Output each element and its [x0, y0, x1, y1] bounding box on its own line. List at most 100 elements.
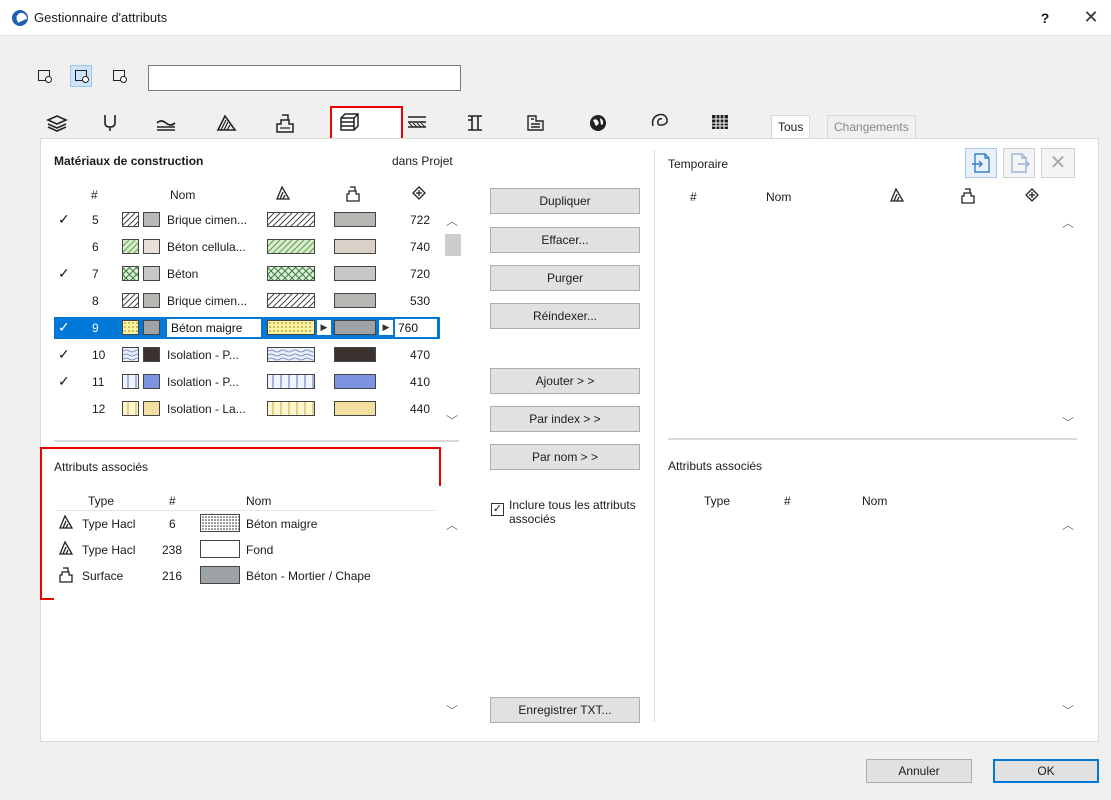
fill-swatch: [122, 320, 139, 335]
temporary-header: Temporaire: [668, 157, 729, 171]
hatch-dropdown-arrow-icon[interactable]: ▶: [317, 320, 331, 335]
delete-button[interactable]: Effacer...: [490, 227, 640, 253]
tab-all[interactable]: Tous: [771, 115, 811, 139]
surface-icon[interactable]: [275, 114, 295, 137]
assoc-col-type: Type: [88, 494, 115, 508]
zone-icon[interactable]: [526, 114, 546, 135]
surface-swatch: [334, 293, 376, 308]
assoc-number: 216: [162, 569, 183, 583]
temp-scroll-down-arrow[interactable]: ﹀: [1062, 414, 1074, 431]
material-row[interactable]: ✓ 9 Béton maigre ▶ ▶ 760: [54, 317, 440, 339]
temp-scroll-up-arrow[interactable]: ︿: [1062, 214, 1074, 231]
color-swatch: [143, 347, 160, 362]
line-type-icon[interactable]: [155, 114, 177, 135]
material-number: 10: [92, 348, 106, 362]
surface-swatch: [334, 212, 376, 227]
scroll-down-arrow[interactable]: ﹀: [446, 412, 458, 429]
add-button[interactable]: Ajouter > >: [490, 368, 640, 394]
material-number: 12: [92, 402, 106, 416]
col-name: Nom: [170, 188, 196, 202]
assoc-number: 6: [169, 517, 176, 531]
check-mark: ✓: [58, 211, 70, 227]
right-assoc-col-name: Nom: [862, 494, 888, 508]
scroll-thumb[interactable]: [445, 234, 461, 256]
material-row[interactable]: 12 Isolation - La... 440: [54, 398, 440, 420]
associated-attribute-row[interactable]: Type Hacl 238 Fond: [56, 539, 436, 561]
layers-icon[interactable]: [46, 114, 68, 135]
material-name: Béton: [167, 267, 199, 281]
scroll-up-arrow[interactable]: ︿: [446, 212, 458, 229]
search-input[interactable]: [148, 65, 461, 91]
material-name: Brique cimen...: [167, 213, 248, 227]
profile-icon[interactable]: [466, 114, 484, 135]
surface-swatch: [334, 266, 376, 281]
temporary-list[interactable]: [668, 180, 1077, 430]
surface-swatch: [334, 401, 376, 416]
material-row[interactable]: ✓ 10 Isolation - P... 470: [54, 344, 440, 366]
fill-swatch: [122, 374, 139, 389]
right-assoc-col-type: Type: [704, 494, 731, 508]
filter-project-button[interactable]: [33, 65, 55, 87]
close-button[interactable]: ✕: [1074, 6, 1108, 30]
save-txt-button[interactable]: Enregistrer TXT...: [490, 697, 640, 723]
fill-swatch: [122, 239, 139, 254]
tab-changes[interactable]: Changements: [827, 115, 916, 139]
material-row[interactable]: 6 Béton cellula... 740: [54, 236, 440, 258]
surface-dropdown-arrow-icon[interactable]: ▶: [379, 320, 393, 335]
check-mark: ✓: [58, 373, 70, 389]
material-priority[interactable]: 760: [394, 318, 438, 338]
surface-swatch[interactable]: [334, 320, 376, 335]
fill-column-icon: [275, 185, 291, 203]
fill-swatch: [122, 347, 139, 362]
by-name-button[interactable]: Par nom > >: [490, 444, 640, 470]
material-row[interactable]: ✓ 7 Béton 720: [54, 263, 440, 285]
purge-button[interactable]: Purger: [490, 265, 640, 291]
open-file-button[interactable]: [965, 148, 997, 178]
right-assoc-scroll-down-arrow[interactable]: ﹀: [1062, 702, 1074, 719]
material-row[interactable]: ✓ 11 Isolation - P... 410: [54, 371, 440, 393]
markup-icon[interactable]: [650, 112, 670, 135]
right-assoc-list[interactable]: [668, 488, 1077, 722]
left-assoc-header: Attributs associés: [54, 460, 149, 474]
material-number: 5: [92, 213, 99, 227]
fill-swatch: [122, 293, 139, 308]
material-priority: 722: [410, 213, 431, 227]
assoc-name: Fond: [246, 543, 274, 557]
color-swatch: [143, 266, 160, 281]
export-file-button[interactable]: [1003, 148, 1035, 178]
material-priority: 530: [410, 294, 431, 308]
pen-icon[interactable]: [102, 114, 118, 135]
hatch-pattern: [267, 266, 315, 281]
duplicate-button[interactable]: Dupliquer: [490, 188, 640, 214]
surface-swatch: [334, 239, 376, 254]
material-row[interactable]: 8 Brique cimen... 530: [54, 290, 440, 312]
include-associated-checkbox[interactable]: ✓: [491, 503, 504, 516]
material-row[interactable]: ✓ 5 Brique cimen... 722: [54, 209, 440, 231]
globe-icon[interactable]: [589, 114, 607, 135]
temp-col-number: #: [690, 190, 697, 204]
material-priority: 720: [410, 267, 431, 281]
right-assoc-col-number: #: [784, 494, 791, 508]
building-material-icon[interactable]: [339, 112, 361, 135]
filter-both-button[interactable]: [70, 65, 92, 87]
assoc-scroll-down-arrow[interactable]: ﹀: [446, 702, 458, 719]
grid-icon[interactable]: [710, 113, 730, 134]
cancel-button[interactable]: Annuler: [866, 759, 972, 783]
material-name: Isolation - P...: [167, 348, 239, 362]
clear-icon[interactable]: ✕: [1041, 148, 1075, 178]
hatch-pattern[interactable]: [267, 320, 315, 335]
by-index-button[interactable]: Par index > >: [490, 406, 640, 432]
ok-button[interactable]: OK: [993, 759, 1099, 783]
associated-attribute-row[interactable]: Type Hacl 6 Béton maigre: [56, 513, 436, 535]
filter-temporary-button[interactable]: [108, 65, 130, 87]
associated-attribute-row[interactable]: Surface 216 Béton - Mortier / Chape: [56, 565, 436, 587]
composite-icon[interactable]: [406, 114, 428, 135]
assoc-scroll-up-arrow[interactable]: ︿: [446, 516, 458, 533]
reindex-button[interactable]: Réindexer...: [490, 303, 640, 329]
help-button[interactable]: ?: [1030, 6, 1060, 30]
fill-icon[interactable]: [215, 114, 237, 135]
right-assoc-scroll-up-arrow[interactable]: ︿: [1062, 516, 1074, 533]
material-name: Brique cimen...: [167, 294, 248, 308]
assoc-type: Type Hacl: [82, 517, 136, 531]
export-file-icon: [1011, 153, 1030, 173]
